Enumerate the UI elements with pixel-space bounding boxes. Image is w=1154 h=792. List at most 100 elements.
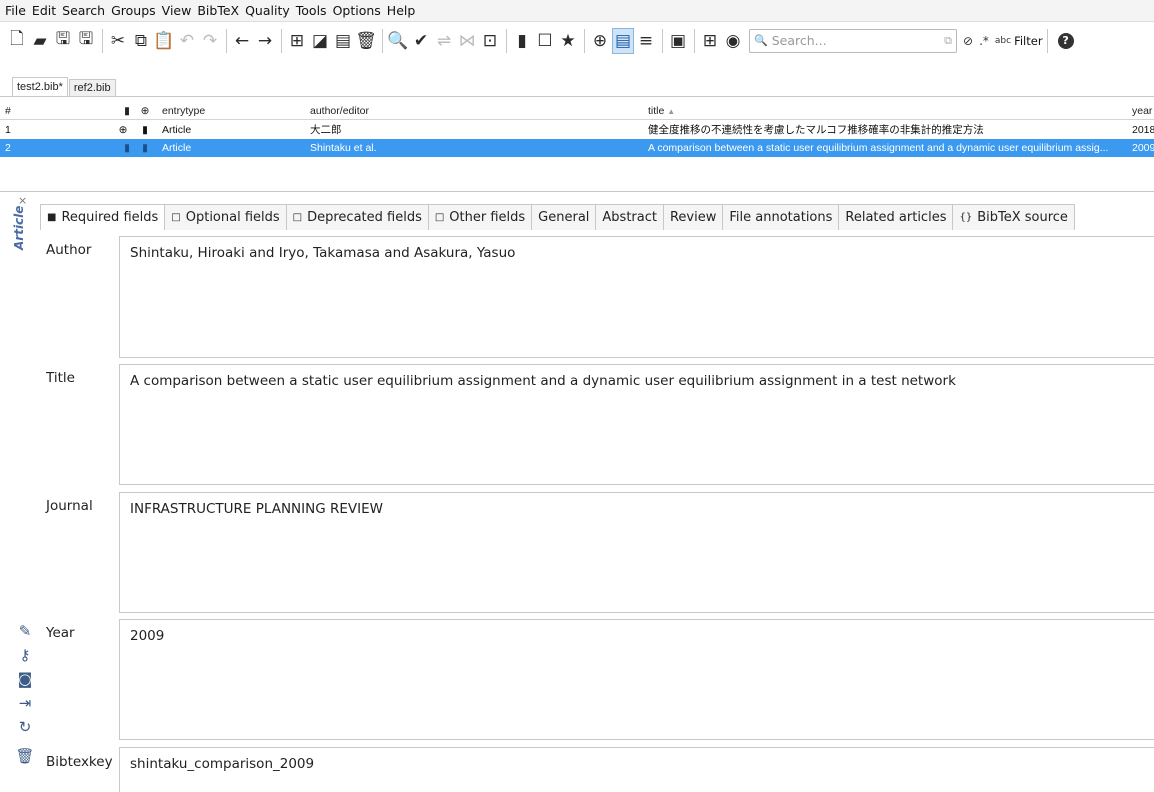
url-column-icon[interactable]: ⊕	[138, 102, 152, 120]
github-icon[interactable]: ◉	[722, 28, 744, 54]
toolbar-separator	[382, 28, 383, 53]
web-search-icon[interactable]: ⊕	[589, 28, 611, 54]
import-icon[interactable]: ⇥	[16, 694, 34, 712]
menu-help[interactable]: Help	[384, 0, 419, 22]
new-entry-icon[interactable]: ⊞	[286, 28, 308, 54]
file-icon[interactable]: ▮	[120, 139, 134, 157]
forward-icon[interactable]: →	[254, 28, 276, 54]
tab-related-articles[interactable]: Related articles	[838, 204, 954, 230]
tab-label: Review	[669, 210, 717, 225]
row-author: 大二郎	[310, 124, 342, 136]
tab-optional-fields[interactable]: □ Optional fields	[164, 204, 287, 230]
save-icon[interactable]: 🖫	[52, 28, 74, 54]
tab-review[interactable]: Review	[662, 204, 724, 230]
push-to-application-icon[interactable]: ▣	[667, 28, 689, 54]
url-icon[interactable]: ⊕	[116, 121, 130, 139]
tab-label: File annotations	[729, 210, 833, 225]
delete-entry-icon[interactable]: 🗑	[355, 28, 377, 54]
cleanup-icon[interactable]: ✔	[410, 28, 432, 54]
tab-label: Abstract	[602, 210, 657, 225]
new-library-icon[interactable]: 🗋	[6, 28, 28, 54]
column-header-author[interactable]: author/editor	[310, 102, 640, 120]
row-year: 2009	[1132, 142, 1154, 154]
bookmark-icon[interactable]: ☐	[534, 28, 556, 54]
library-tab-ref2[interactable]: ref2.bib	[68, 79, 116, 96]
merge-icon[interactable]: ⇌	[433, 28, 455, 54]
author-field[interactable]: Shintaku, Hiroaki and Iryo, Takamasa and…	[119, 236, 1154, 358]
row-title: 健全度推移の不連続性を考慮したマルコフ推移確率の非集計的推定方法	[648, 124, 984, 136]
column-header-entrytype[interactable]: entrytype	[162, 102, 302, 120]
menu-bibtex[interactable]: BibTeX	[194, 0, 242, 22]
case-sensitive-icon[interactable]: abc	[995, 36, 1011, 46]
filter-toggle[interactable]: Filter	[1014, 34, 1042, 48]
open-library-icon[interactable]: ▰	[29, 28, 51, 54]
new-entry-from-text-icon[interactable]: ▤	[332, 28, 354, 54]
star-icon[interactable]: ★	[557, 28, 579, 54]
tab-other-fields[interactable]: □ Other fields	[427, 204, 533, 230]
field-label-bibtexkey: Bibtexkey	[46, 754, 113, 770]
journal-field[interactable]: INFRASTRUCTURE PLANNING REVIEW	[119, 492, 1154, 613]
mark-entry-icon[interactable]: ▮	[511, 28, 533, 54]
year-field[interactable]: 2009	[119, 619, 1154, 740]
tag-outline-icon: □	[171, 212, 181, 223]
title-field[interactable]: A comparison between a static user equil…	[119, 364, 1154, 485]
pencil-icon[interactable]: ✎	[16, 622, 34, 640]
cut-icon[interactable]: ✂	[107, 28, 129, 54]
row-title: A comparison between a static user equil…	[648, 142, 1109, 154]
entry-type-label[interactable]: Article	[12, 206, 32, 266]
column-header-year[interactable]: year	[1132, 102, 1154, 120]
menu-bar: File Edit Search Groups View BibTeX Qual…	[0, 0, 1154, 22]
menu-search[interactable]: Search	[59, 0, 108, 22]
table-row[interactable]: 1 ⊕ ▮ Article 大二郎 健全度推移の不連続性を考慮したマルコフ推移確…	[0, 121, 1154, 139]
paste-icon[interactable]: 📋	[153, 28, 175, 54]
column-header-title[interactable]: title ▲	[648, 102, 1128, 120]
duplicate-icon[interactable]: ⋈	[456, 28, 478, 54]
row-entrytype: Article	[162, 142, 192, 154]
tag-outline-icon: □	[434, 212, 445, 223]
refresh-icon[interactable]: ↻	[16, 718, 34, 736]
open-in-window-icon[interactable]: ⧉	[944, 34, 952, 48]
back-icon[interactable]: ←	[231, 28, 253, 54]
file-icon[interactable]: ▮	[138, 121, 152, 139]
search-input[interactable]	[771, 33, 922, 48]
search-box[interactable]: 🔍 ⧉	[749, 28, 957, 53]
gift-icon[interactable]: ⊞	[699, 28, 721, 54]
menu-quality[interactable]: Quality	[242, 0, 293, 22]
file-column-icon[interactable]: ▮	[120, 102, 134, 120]
new-entry-from-id-icon[interactable]: ◪	[309, 28, 331, 54]
menu-view[interactable]: View	[159, 0, 195, 22]
find-fulltext-icon[interactable]: 🔍	[387, 28, 409, 54]
save-all-icon[interactable]: 🖫	[75, 28, 97, 54]
help-icon[interactable]: ?	[1057, 32, 1074, 49]
toolbar-separator	[281, 28, 282, 53]
global-search-icon[interactable]: ⊘	[963, 34, 973, 48]
entry-editor-icon[interactable]: ▤	[612, 27, 634, 54]
delete-icon[interactable]: 🗑	[15, 747, 34, 765]
column-header-number[interactable]: #	[5, 102, 35, 120]
menu-groups[interactable]: Groups	[108, 0, 159, 22]
tab-bibtex-source[interactable]: {} BibTeX source	[952, 204, 1075, 230]
redo-icon[interactable]: ↷	[199, 28, 221, 54]
tab-deprecated-fields[interactable]: □ Deprecated fields	[285, 204, 429, 230]
menu-tools[interactable]: Tools	[293, 0, 330, 22]
table-row-selected[interactable]: 2 ▮ ▮ Article Shintaku et al. A comparis…	[0, 139, 1154, 157]
library-tab-test2[interactable]: test2.bib*	[12, 77, 68, 96]
lookup-icon[interactable]: ◙	[16, 670, 34, 688]
tab-general[interactable]: General	[531, 204, 597, 230]
terminal-icon[interactable]: ⊡	[479, 28, 501, 54]
tag-outline-icon: □	[292, 212, 303, 223]
menu-options[interactable]: Options	[330, 0, 384, 22]
list-icon[interactable]: ≡	[635, 28, 657, 54]
tab-abstract[interactable]: Abstract	[595, 204, 664, 230]
menu-file[interactable]: File	[2, 0, 29, 22]
menu-edit[interactable]: Edit	[29, 0, 59, 22]
copy-icon[interactable]: ⧉	[130, 28, 152, 54]
row-number: 2	[5, 142, 11, 154]
key-icon[interactable]: ⚷	[16, 646, 34, 664]
tab-file-annotations[interactable]: File annotations	[722, 204, 840, 230]
regex-icon[interactable]: .*	[979, 34, 989, 48]
undo-icon[interactable]: ↶	[176, 28, 198, 54]
tab-required-fields[interactable]: ■ Required fields	[40, 204, 166, 230]
bibtexkey-field[interactable]: shintaku_comparison_2009	[119, 747, 1154, 792]
file-icon[interactable]: ▮	[138, 139, 152, 157]
